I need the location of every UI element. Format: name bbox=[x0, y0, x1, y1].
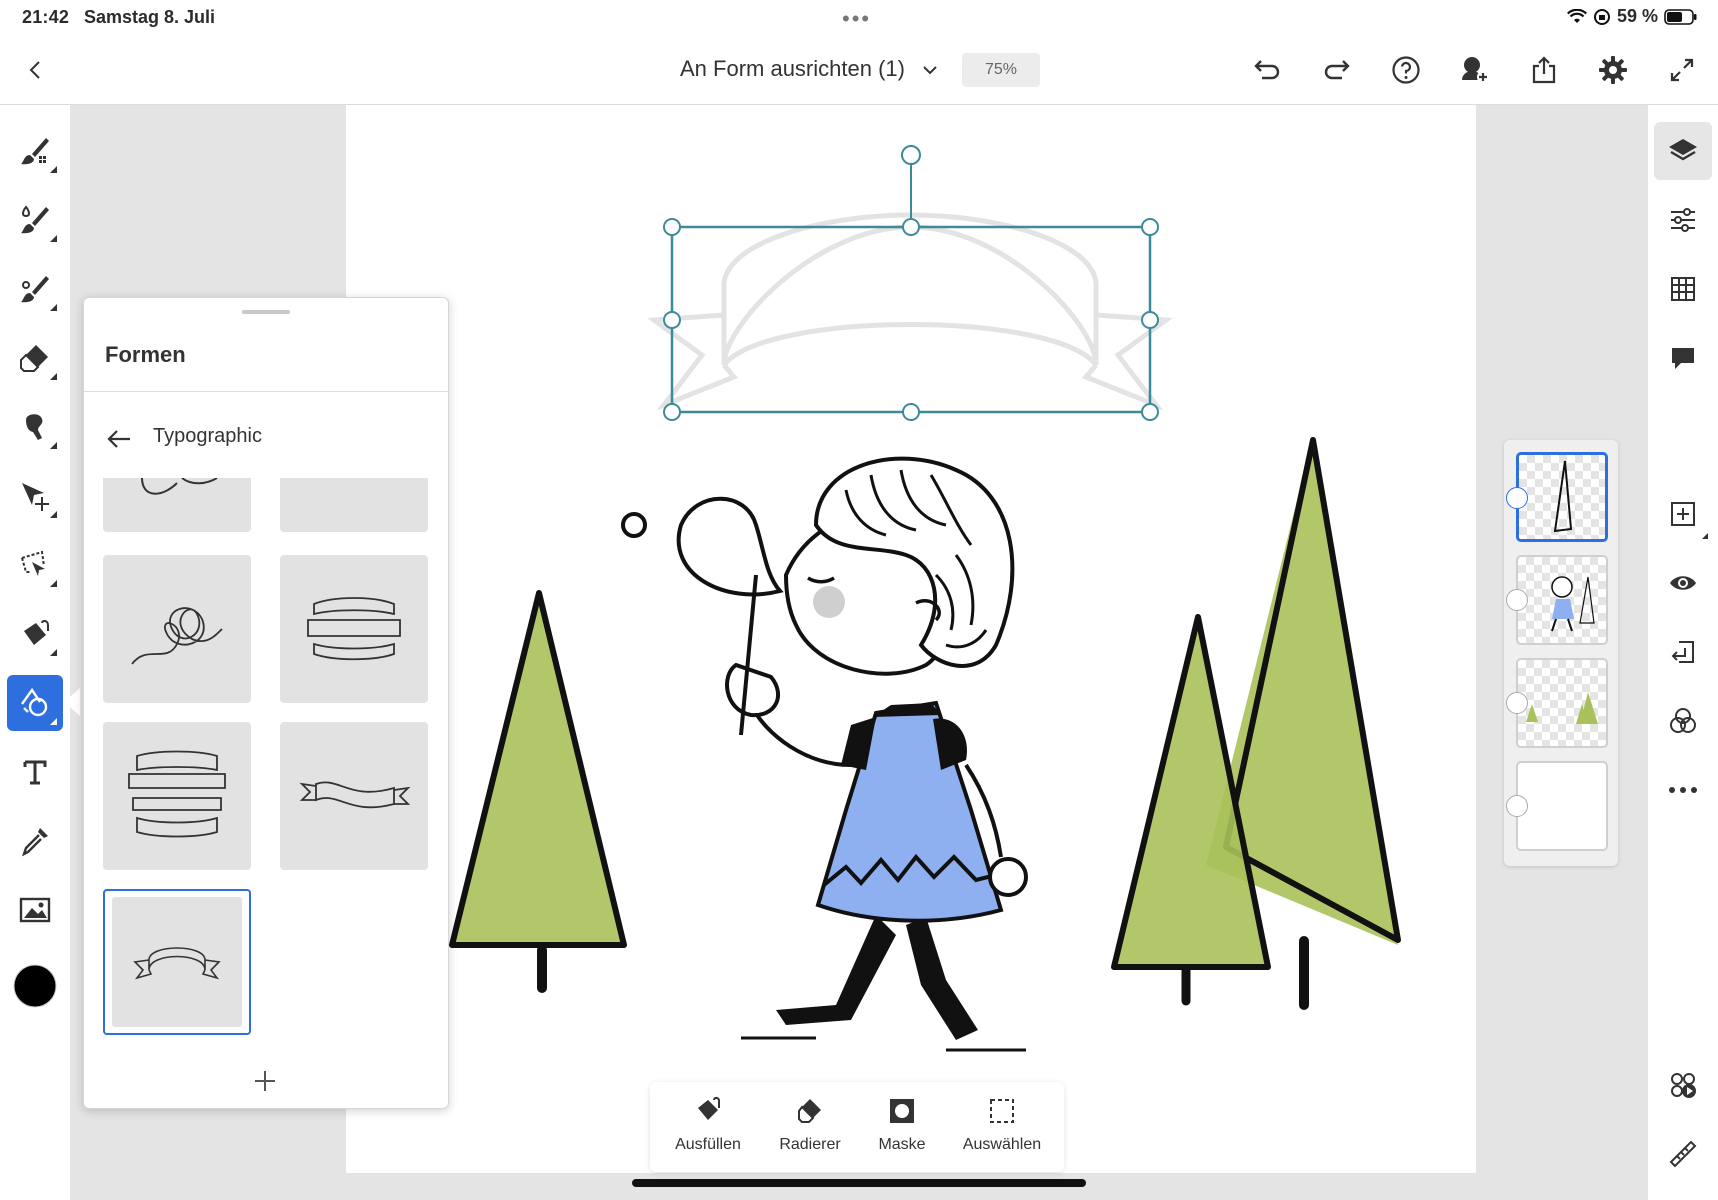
battery-icon bbox=[1664, 8, 1697, 25]
comments-icon[interactable] bbox=[1654, 329, 1712, 387]
ribbon-banner-shape bbox=[647, 212, 1173, 411]
eraser-button[interactable]: Radierer bbox=[762, 1096, 858, 1162]
zoom-level[interactable]: 75% bbox=[962, 53, 1040, 87]
vector-brush-icon[interactable] bbox=[7, 261, 63, 317]
shape-tile-banner-stack-4[interactable] bbox=[103, 722, 251, 870]
lasso-icon[interactable] bbox=[7, 537, 63, 593]
add-layer-icon[interactable] bbox=[1654, 485, 1712, 543]
action-bar: Ausfüllen Radierer Maske Auswählen bbox=[650, 1082, 1064, 1172]
panel-divider bbox=[84, 391, 448, 392]
merge-down-icon[interactable] bbox=[1654, 623, 1712, 681]
layer-badge[interactable] bbox=[1506, 589, 1528, 611]
wifi-icon bbox=[1566, 8, 1587, 23]
layers-panel bbox=[1504, 440, 1618, 866]
status-right: 59 % bbox=[1566, 6, 1698, 27]
shapes-icon[interactable] bbox=[7, 675, 63, 731]
shape-tile-swirl-partial[interactable] bbox=[103, 478, 251, 532]
status-date: Samstag 8. Juli bbox=[84, 7, 216, 27]
add-shape-button[interactable] bbox=[247, 1063, 283, 1099]
shape-tile-banner-stack-3[interactable] bbox=[280, 555, 428, 703]
layer-thumb-background[interactable] bbox=[1516, 761, 1608, 851]
status-bar: 21:42 Samstag 8. Juli ••• 59 % bbox=[0, 0, 1718, 34]
tree-left bbox=[449, 590, 627, 993]
battery-percent: 59 % bbox=[1616, 6, 1658, 26]
select-label: Auswählen bbox=[962, 1136, 1042, 1153]
shape-tile-scribble[interactable] bbox=[103, 555, 251, 703]
artwork bbox=[449, 145, 1401, 1052]
layer-thumb-trees[interactable] bbox=[1516, 658, 1608, 748]
more-icon[interactable] bbox=[1654, 761, 1712, 819]
eyedropper-icon[interactable] bbox=[7, 813, 63, 869]
orientation-lock-icon bbox=[1593, 8, 1610, 25]
back-icon[interactable] bbox=[16, 50, 56, 90]
left-toolbar bbox=[0, 105, 70, 1200]
mask-label: Maske bbox=[878, 1136, 926, 1153]
layer-thumb-shape[interactable] bbox=[1516, 452, 1608, 542]
shape-tile-partial[interactable] bbox=[280, 478, 428, 532]
layer-badge-image[interactable] bbox=[1506, 795, 1528, 817]
fullscreen-icon[interactable] bbox=[1662, 50, 1702, 90]
panel-pointer bbox=[64, 688, 80, 716]
color-swatch[interactable] bbox=[7, 958, 63, 1014]
panel-drag-handle[interactable] bbox=[242, 310, 290, 314]
shape-tile-wavy-ribbon[interactable] bbox=[280, 722, 428, 870]
ruler-icon[interactable] bbox=[1654, 1125, 1712, 1183]
mask-icon bbox=[890, 1099, 914, 1123]
girl-character bbox=[725, 456, 1028, 1052]
layer-thumb-character[interactable] bbox=[1516, 555, 1608, 645]
marquee-select-icon bbox=[990, 1099, 1014, 1123]
text-icon[interactable] bbox=[7, 744, 63, 800]
shapes-panel: Formen Typographic bbox=[83, 297, 449, 1109]
fill-label: Ausfüllen bbox=[675, 1136, 741, 1153]
right-toolbar bbox=[1648, 105, 1718, 1200]
shape-category: Typographic bbox=[153, 425, 262, 447]
redo-icon[interactable] bbox=[1317, 50, 1357, 90]
select-button[interactable]: Auswählen bbox=[954, 1096, 1050, 1162]
canvas[interactable] bbox=[346, 105, 1476, 1173]
status-time: 21:42 bbox=[22, 7, 70, 27]
multitasking-dots[interactable]: ••• bbox=[842, 6, 871, 32]
adjustments-icon[interactable] bbox=[1654, 191, 1712, 249]
chevron-down-icon[interactable] bbox=[910, 50, 950, 90]
share-icon[interactable] bbox=[1524, 50, 1564, 90]
grid-icon[interactable] bbox=[1654, 260, 1712, 318]
document-title[interactable]: An Form ausrichten (1) bbox=[680, 56, 905, 82]
top-bar: An Form ausrichten (1) 75% bbox=[0, 34, 1718, 105]
transform-icon[interactable] bbox=[7, 468, 63, 524]
undo-icon[interactable] bbox=[1247, 50, 1287, 90]
fill-button[interactable]: Ausfüllen bbox=[660, 1096, 756, 1162]
shape-tile-arched-ribbon-selected[interactable] bbox=[103, 889, 251, 1035]
eraser-label: Radierer bbox=[779, 1136, 841, 1153]
eraser-icon[interactable] bbox=[7, 330, 63, 386]
live-brush-icon[interactable] bbox=[7, 192, 63, 248]
timelapse-icon[interactable] bbox=[1654, 1056, 1712, 1114]
settings-icon[interactable] bbox=[1593, 50, 1633, 90]
shapes-panel-title: Formen bbox=[105, 342, 186, 367]
layers-icon[interactable] bbox=[1654, 122, 1712, 180]
shape-tile-inner bbox=[112, 897, 242, 1027]
image-icon[interactable] bbox=[7, 882, 63, 938]
fill-icon[interactable] bbox=[7, 606, 63, 662]
help-icon[interactable] bbox=[1386, 50, 1426, 90]
invite-icon[interactable] bbox=[1455, 50, 1495, 90]
fill-bucket-icon bbox=[698, 1096, 720, 1120]
visibility-icon[interactable] bbox=[1654, 554, 1712, 612]
pixel-brush-icon[interactable] bbox=[7, 123, 63, 179]
home-indicator[interactable] bbox=[632, 1179, 1086, 1187]
blend-mode-icon[interactable] bbox=[1654, 692, 1712, 750]
back-arrow-icon[interactable] bbox=[104, 424, 134, 454]
eraser-icon bbox=[798, 1099, 821, 1123]
mask-button[interactable]: Maske bbox=[854, 1096, 950, 1162]
layer-badge[interactable] bbox=[1506, 692, 1528, 714]
smudge-icon[interactable] bbox=[7, 399, 63, 455]
layer-badge-selected[interactable] bbox=[1506, 487, 1528, 509]
